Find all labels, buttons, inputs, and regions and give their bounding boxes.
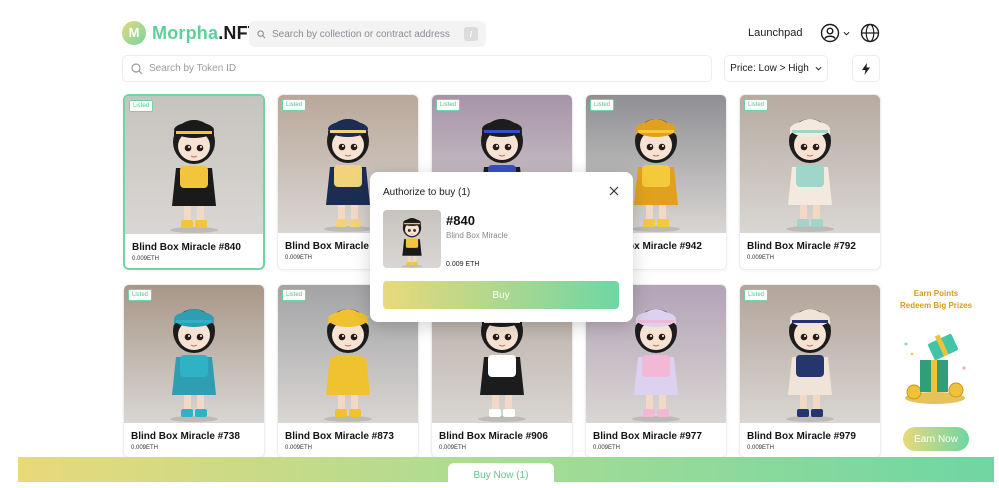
nft-image[interactable]: Listed — [124, 285, 264, 423]
chevron-down-icon — [815, 66, 822, 71]
nft-price: 0.009ETH — [439, 445, 467, 451]
nft-card[interactable]: Listed Blind Box Miracle #979 0.009ETH — [739, 284, 881, 458]
nft-card[interactable]: Listed Blind Box Miracle #840 0.009ETH — [123, 94, 265, 270]
top-header: Morpha.NFT Search by collection or contr… — [0, 0, 999, 62]
earn-now-button[interactable]: Earn Now — [903, 427, 969, 451]
modal-nft-thumbnail — [383, 210, 441, 268]
doll-figure — [401, 218, 423, 268]
user-circle-icon — [820, 23, 840, 43]
modal-title: Authorize to buy (1) — [383, 187, 471, 198]
promo-line-1: Earn Points — [913, 289, 959, 298]
token-id-search-input[interactable]: Search by Token ID — [122, 55, 712, 82]
price-sort-label: Price: Low > High — [730, 63, 809, 74]
nft-card[interactable]: Listed Blind Box Miracle #792 0.009ETH — [739, 94, 881, 270]
user-menu-button[interactable] — [820, 23, 850, 43]
nav-launchpad-link[interactable]: Launchpad — [748, 27, 802, 39]
promo-line-2: Redeem Big Prizes — [899, 301, 973, 310]
modal-token-id: #840 — [446, 213, 475, 228]
nft-card[interactable]: Listed Blind Box Miracle #738 0.009ETH — [123, 284, 265, 458]
bolt-icon — [862, 62, 870, 75]
logo-text: Morpha.NFT — [152, 23, 259, 44]
modal-price: 0.009 ETH — [446, 261, 480, 268]
authorize-buy-modal: Authorize to buy (1) #840 Blind Box Mira… — [370, 172, 633, 322]
marketplace-page: Morpha.NFT Search by collection or contr… — [0, 0, 999, 488]
logo-name: Morpha — [152, 22, 219, 43]
listed-badge: Listed — [129, 100, 154, 112]
collection-search-input[interactable]: Search by collection or contract address… — [249, 21, 486, 47]
nft-price: 0.009ETH — [747, 445, 775, 451]
quick-buy-button[interactable] — [852, 55, 880, 82]
gift-coins-illustration — [904, 334, 966, 404]
token-id-search-placeholder: Search by Token ID — [149, 63, 237, 74]
listed-badge: Listed — [744, 289, 769, 301]
nft-name: Blind Box Miracle #979 — [747, 431, 856, 442]
earn-points-promo: Earn Points Redeem Big Prizes Earn Now — [888, 288, 984, 458]
doll-figure — [786, 119, 834, 232]
globe-icon — [860, 23, 880, 43]
close-icon[interactable] — [608, 185, 620, 197]
buy-now-button[interactable]: Buy Now (1) — [448, 463, 554, 488]
nft-image[interactable]: Listed — [740, 95, 880, 233]
brand-logo[interactable]: Morpha.NFT — [122, 21, 259, 45]
listed-badge: Listed — [282, 289, 307, 301]
nft-name: Blind Box Miracle #906 — [439, 431, 548, 442]
listed-badge: Listed — [744, 99, 769, 111]
nft-price: 0.009ETH — [747, 255, 775, 261]
language-button[interactable] — [860, 23, 880, 48]
listed-badge: Listed — [590, 99, 615, 111]
nft-image[interactable]: Listed — [125, 96, 263, 234]
listed-badge: Listed — [436, 99, 461, 111]
listed-badge: Listed — [128, 289, 153, 301]
doll-figure — [170, 309, 218, 422]
nft-price: 0.009ETH — [285, 255, 313, 261]
logo-mark-icon — [122, 21, 146, 45]
nft-price: 0.009ETH — [131, 445, 159, 451]
nft-name: Blind Box Miracle #792 — [747, 241, 856, 252]
chevron-down-icon — [843, 31, 850, 36]
modal-buy-button[interactable]: Buy — [383, 281, 619, 309]
nft-price: 0.009ETH — [593, 445, 621, 451]
nft-price: 0.009ETH — [132, 256, 160, 262]
nft-name: Blind Box Miracle #738 — [131, 431, 240, 442]
doll-figure — [786, 309, 834, 422]
nft-price: 0.009ETH — [285, 445, 313, 451]
doll-figure — [170, 120, 218, 233]
price-sort-select[interactable]: Price: Low > High — [724, 55, 828, 82]
search-icon — [257, 29, 266, 38]
nft-name: Blind Box Miracle #840 — [132, 242, 241, 253]
search-icon — [131, 62, 143, 74]
listed-badge: Listed — [282, 99, 307, 111]
nft-name: Blind Box Miracle # — [285, 241, 378, 252]
nft-image[interactable]: Listed — [740, 285, 880, 423]
nft-name: Blind Box Miracle #977 — [593, 431, 702, 442]
nft-name: Blind Box Miracle #873 — [285, 431, 394, 442]
search-shortcut-key: / — [464, 27, 478, 41]
modal-collection-name: Blind Box Miracle — [446, 231, 508, 240]
collection-search-placeholder: Search by collection or contract address — [272, 28, 450, 40]
